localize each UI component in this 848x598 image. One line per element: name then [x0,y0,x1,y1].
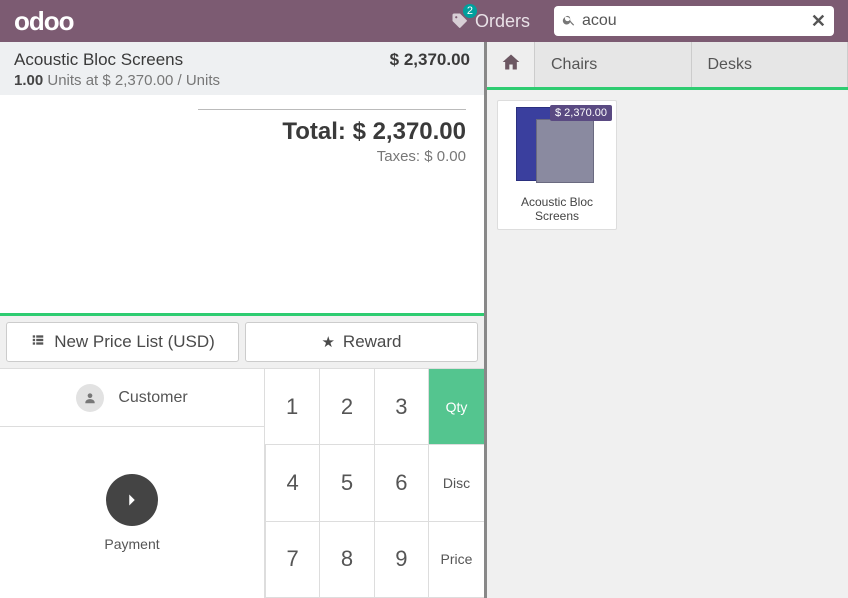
numpad-2[interactable]: 2 [319,369,373,445]
control-buttons: New Price List (USD) ★ Reward [0,316,484,368]
tag-icon: 2 [451,12,469,30]
product-grid: $ 2,370.00 Acoustic Bloc Screens [487,90,848,598]
action-pad: Customer Payment [0,369,265,598]
product-price-tag: $ 2,370.00 [550,105,612,121]
left-panel: Acoustic Bloc Screens 1.00 Units at $ 2,… [0,42,487,598]
category-bar: Chairs Desks [487,42,848,90]
pad-area: Customer Payment 1 2 3 Qty 4 5 6 Disc 7 [0,368,484,598]
numpad-9[interactable]: 9 [374,522,428,598]
numpad-1[interactable]: 1 [265,369,319,445]
category-home[interactable] [487,42,535,87]
numpad-5[interactable]: 5 [319,445,373,521]
right-panel: Chairs Desks $ 2,370.00 Acoustic Bloc Sc… [487,42,848,598]
order-summary: Total: $ 2,370.00 Taxes: $ 0.00 [0,95,484,173]
numpad-8[interactable]: 8 [319,522,373,598]
brand-logo: odoo [0,6,88,37]
orders-label: Orders [475,11,530,32]
order-line[interactable]: Acoustic Bloc Screens 1.00 Units at $ 2,… [0,42,484,95]
search-box[interactable]: ✕ [554,6,834,36]
home-icon [501,52,521,77]
orderline-sub: 1.00 Units at $ 2,370.00 / Units [14,72,220,89]
clear-search-icon[interactable]: ✕ [811,11,826,32]
search-input[interactable] [582,12,811,30]
main: Acoustic Bloc Screens 1.00 Units at $ 2,… [0,42,848,598]
numpad-4[interactable]: 4 [265,445,319,521]
search-icon [562,13,576,30]
person-icon [76,384,104,412]
order-lines: Acoustic Bloc Screens 1.00 Units at $ 2,… [0,42,484,95]
numpad-3[interactable]: 3 [374,369,428,445]
order-taxes: Taxes: $ 0.00 [18,148,466,165]
product-name: Acoustic Bloc Screens [498,191,616,229]
category-desks[interactable]: Desks [692,42,848,87]
pricelist-button[interactable]: New Price List (USD) [6,322,239,362]
mode-price[interactable]: Price [428,522,484,598]
orders-button[interactable]: 2 Orders [435,0,546,42]
numpad-7[interactable]: 7 [265,522,319,598]
mode-disc[interactable]: Disc [428,445,484,521]
chevron-right-icon [106,474,158,526]
category-chairs[interactable]: Chairs [535,42,692,87]
orderline-price: $ 2,370.00 [390,50,470,89]
topbar: odoo 2 Orders ✕ [0,0,848,42]
product-image: $ 2,370.00 [498,101,616,191]
numpad: 1 2 3 Qty 4 5 6 Disc 7 8 9 Price [265,369,484,598]
payment-label: Payment [104,536,159,552]
payment-button[interactable]: Payment [0,427,264,598]
orderline-name: Acoustic Bloc Screens [14,50,220,70]
reward-button[interactable]: ★ Reward [245,322,478,362]
star-icon: ★ [321,333,334,351]
customer-button[interactable]: Customer [0,369,264,427]
customer-label: Customer [118,389,187,407]
product-card[interactable]: $ 2,370.00 Acoustic Bloc Screens [497,100,617,230]
orders-badge: 2 [463,4,477,18]
list-icon [30,333,46,351]
order-total: Total: $ 2,370.00 [18,118,466,146]
numpad-6[interactable]: 6 [374,445,428,521]
mode-qty[interactable]: Qty [428,369,484,445]
